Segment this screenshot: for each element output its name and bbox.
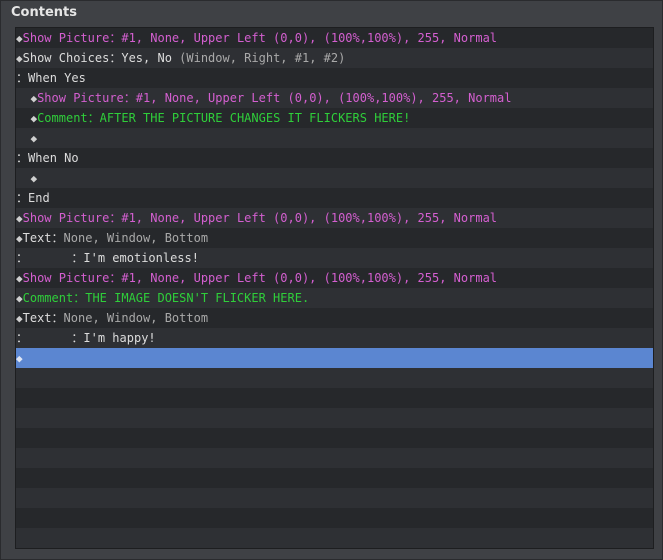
command-row-text[interactable]: ◆Text：None, Window, Bottom <box>16 308 653 328</box>
empty-row[interactable] <box>16 468 653 488</box>
command-row-comment[interactable]: ◆Comment：THE IMAGE DOESN'T FLICKER HERE. <box>16 288 653 308</box>
diamond-icon: ◆ <box>30 132 38 145</box>
diamond-icon: ◆ <box>30 172 38 185</box>
command-row-text-line[interactable]: ： ：I'm happy! <box>16 328 653 348</box>
empty-row[interactable] <box>16 488 653 508</box>
command-row-show-picture[interactable]: ◆Show Picture：#1, None, Upper Left (0,0)… <box>16 28 653 48</box>
empty-row[interactable] <box>16 388 653 408</box>
empty-row[interactable] <box>16 428 653 448</box>
command-row-text[interactable]: ◆Text：None, Window, Bottom <box>16 228 653 248</box>
event-command-list[interactable]: ◆Show Picture：#1, None, Upper Left (0,0)… <box>15 27 654 549</box>
empty-row[interactable] <box>16 528 653 548</box>
branch-marker: ： <box>16 151 29 165</box>
branch-marker: ： <box>16 191 29 205</box>
empty-row[interactable] <box>16 448 653 468</box>
branch-marker: ： <box>16 71 29 85</box>
contents-panel: Contents ◆Show Picture：#1, None, Upper L… <box>0 0 663 560</box>
diamond-icon: ◆ <box>16 32 23 45</box>
command-row-selected-empty[interactable]: ◆ <box>16 348 653 368</box>
continuation-marker: ： <box>16 251 29 265</box>
diamond-icon: ◆ <box>16 212 23 225</box>
command-row-text-line[interactable]: ： ：I'm emotionless! <box>16 248 653 268</box>
command-row-show-picture[interactable]: ◆Show Picture：#1, None, Upper Left (0,0)… <box>16 88 653 108</box>
diamond-icon: ◆ <box>16 312 23 325</box>
command-row-end[interactable]: ：End <box>16 188 653 208</box>
command-row-when-yes[interactable]: ：When Yes <box>16 68 653 88</box>
command-row-show-choices[interactable]: ◆Show Choices：Yes, No (Window, Right, #1… <box>16 48 653 68</box>
diamond-icon: ◆ <box>16 292 23 305</box>
empty-row[interactable] <box>16 368 653 388</box>
empty-row[interactable] <box>16 408 653 428</box>
command-row-empty[interactable]: ◆ <box>16 128 653 148</box>
diamond-icon: ◆ <box>16 232 23 245</box>
panel-title: Contents <box>11 5 77 20</box>
diamond-icon: ◆ <box>16 272 23 285</box>
command-row-empty[interactable]: ◆ <box>16 168 653 188</box>
diamond-icon: ◆ <box>16 52 23 65</box>
command-row-show-picture[interactable]: ◆Show Picture：#1, None, Upper Left (0,0)… <box>16 208 653 228</box>
command-row-comment[interactable]: ◆Comment：AFTER THE PICTURE CHANGES IT FL… <box>16 108 653 128</box>
continuation-marker: ： <box>16 331 29 345</box>
diamond-icon: ◆ <box>16 352 23 365</box>
command-row-show-picture[interactable]: ◆Show Picture：#1, None, Upper Left (0,0)… <box>16 268 653 288</box>
empty-row[interactable] <box>16 508 653 528</box>
command-row-when-no[interactable]: ：When No <box>16 148 653 168</box>
